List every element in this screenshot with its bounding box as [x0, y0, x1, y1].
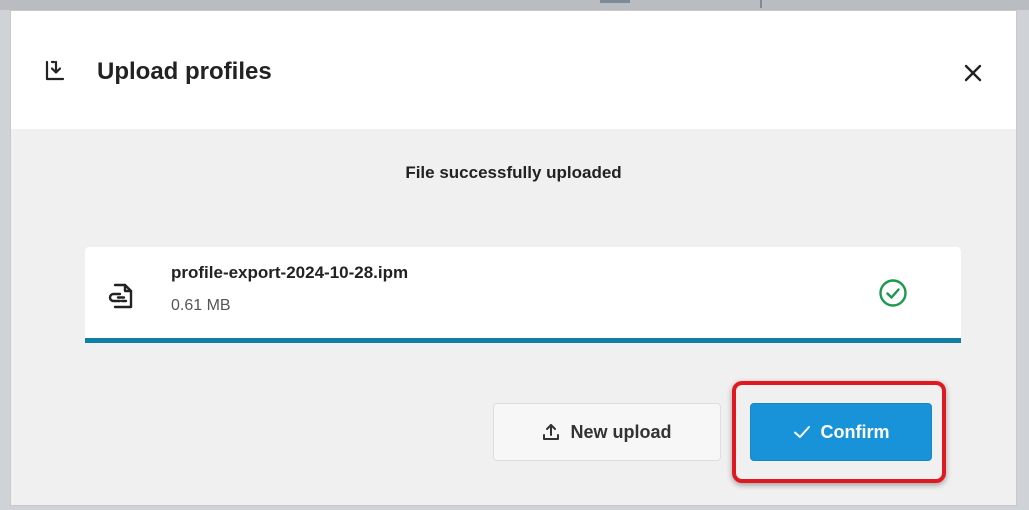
file-link-icon	[107, 281, 137, 311]
upload-progress-fill	[85, 338, 961, 343]
background-app-strip	[0, 0, 1029, 10]
new-upload-button[interactable]: New upload	[493, 403, 721, 461]
close-icon	[964, 64, 982, 82]
close-button[interactable]	[955, 55, 991, 91]
new-upload-label: New upload	[570, 421, 672, 442]
confirm-button[interactable]: Confirm	[750, 403, 932, 461]
import-icon	[43, 59, 67, 83]
upload-icon	[542, 423, 560, 441]
file-size: 0.61 MB	[171, 297, 231, 314]
file-name: profile-export-2024-10-28.ipm	[171, 263, 409, 282]
upload-progress-bar	[85, 338, 961, 343]
background-decoration	[600, 0, 630, 3]
upload-profiles-dialog: Upload profiles File successfully upload…	[10, 10, 1017, 506]
check-circle-icon	[877, 277, 909, 309]
dialog-title: Upload profiles	[97, 58, 272, 85]
upload-status-text: File successfully uploaded	[405, 163, 622, 182]
dialog-header: Upload profiles	[11, 11, 1016, 129]
background-decoration	[760, 0, 762, 8]
checkmark-icon	[793, 423, 811, 441]
uploaded-file-card: profile-export-2024-10-28.ipm 0.61 MB	[85, 247, 961, 343]
confirm-label: Confirm	[820, 421, 890, 442]
